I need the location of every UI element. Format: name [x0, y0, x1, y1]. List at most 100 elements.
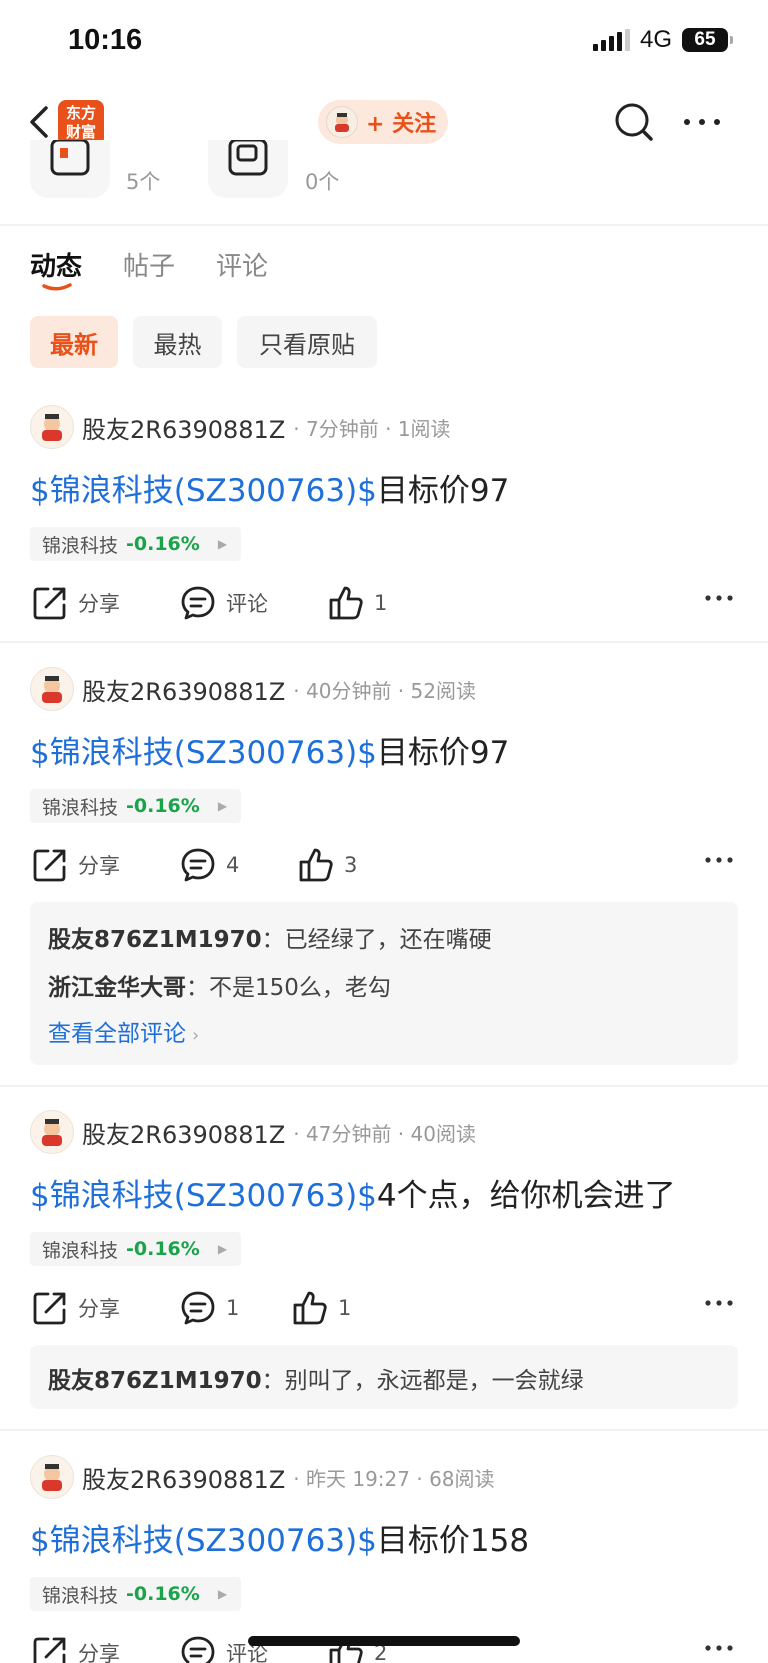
comment-label: 评论	[226, 592, 268, 616]
filter-latest[interactable]: 最新	[30, 316, 118, 368]
avatar-icon	[326, 106, 358, 138]
post-content[interactable]: $锦浪科技(SZ300763)$目标价97	[30, 727, 509, 772]
avatar[interactable]	[30, 405, 74, 449]
comment-sep: ：	[186, 975, 209, 1001]
search-icon[interactable]	[612, 100, 656, 144]
like-button[interactable]: 3	[298, 843, 357, 887]
comment-count: 4	[226, 853, 240, 877]
share-icon	[33, 849, 66, 882]
like-count: 1	[374, 591, 388, 615]
ticker-link[interactable]: $锦浪科技(SZ300763)$	[30, 1523, 377, 1559]
tab-comments[interactable]: 评论	[216, 246, 268, 283]
post-time-text: 40分钟前	[306, 678, 392, 703]
post-item[interactable]: 股友2R6390881Z · 昨天 19:27 · 68阅读 $锦浪科技(SZ3…	[0, 1455, 768, 1663]
share-icon	[33, 587, 66, 620]
stock-tag[interactable]: 锦浪科技 -0.16% ▶	[30, 1232, 242, 1266]
thumbs-up-icon	[329, 586, 363, 620]
post-more-icon[interactable]	[704, 855, 734, 865]
post-time: · 昨天 19:27 · 68阅读	[293, 1466, 495, 1491]
status-time: 10:16	[68, 24, 143, 56]
post-divider	[0, 641, 768, 643]
post-time: · 40分钟前 · 52阅读	[293, 678, 476, 703]
post-content[interactable]: $锦浪科技(SZ300763)$4个点，给你机会进了	[30, 1170, 676, 1215]
post-reads: 52阅读	[410, 678, 476, 703]
post-more-icon[interactable]	[704, 1643, 734, 1653]
comment-line[interactable]: 股友876Z1M1970：别叫了，永远都是，一会就绿	[48, 1361, 584, 1395]
post-more-icon[interactable]	[704, 593, 734, 603]
share-label: 分享	[78, 592, 120, 616]
comment-preview[interactable]: 股友876Z1M1970：别叫了，永远都是，一会就绿	[30, 1345, 738, 1409]
post-item[interactable]: 股友2R6390881Z · 47分钟前 · 40阅读 $锦浪科技(SZ3007…	[0, 1110, 768, 1427]
avatar[interactable]	[30, 667, 74, 711]
view-all-comments-link[interactable]: 查看全部评论 ›	[48, 1014, 199, 1048]
post-username[interactable]: 股友2R6390881Z	[82, 672, 285, 707]
more-icon[interactable]	[682, 112, 722, 132]
comment-author[interactable]: 股友876Z1M1970	[48, 1368, 262, 1394]
share-button[interactable]: 分享	[32, 843, 120, 887]
stock-change: -0.16%	[126, 1238, 200, 1260]
post-time: · 47分钟前 · 40阅读	[293, 1121, 476, 1146]
follow-button[interactable]: + 关注	[318, 100, 448, 144]
comment-author[interactable]: 浙江金华大哥	[48, 975, 186, 1001]
ticker-link[interactable]: $锦浪科技(SZ300763)$	[30, 1178, 377, 1214]
battery-icon: 65	[682, 28, 733, 52]
comment-button[interactable]: 评论	[180, 581, 268, 625]
comment-author[interactable]: 股友876Z1M1970	[48, 927, 262, 953]
post-username[interactable]: 股友2R6390881Z	[82, 410, 285, 445]
post-item[interactable]: 股友2R6390881Z · 40分钟前 · 52阅读 $锦浪科技(SZ3007…	[0, 667, 768, 1085]
play-icon: ▶	[217, 1242, 228, 1256]
follow-label: + 关注	[366, 112, 437, 137]
stock-tag[interactable]: 锦浪科技 -0.16% ▶	[30, 1577, 242, 1611]
header-card-icon-b[interactable]	[208, 138, 288, 198]
post-content[interactable]: $锦浪科技(SZ300763)$目标价97	[30, 465, 509, 510]
avatar[interactable]	[30, 1455, 74, 1499]
post-time-text: 昨天 19:27	[306, 1466, 410, 1491]
status-indicators: 4G 65	[592, 26, 733, 54]
play-icon: ▶	[217, 537, 228, 551]
stock-change: -0.16%	[126, 795, 200, 817]
post-time-text: 47分钟前	[306, 1121, 392, 1146]
like-button[interactable]: 1	[292, 1286, 351, 1330]
avatar[interactable]	[30, 1110, 74, 1154]
share-label: 分享	[78, 1297, 120, 1321]
share-icon	[33, 1292, 66, 1325]
count-b: 0个	[305, 170, 340, 194]
ticker-link[interactable]: $锦浪科技(SZ300763)$	[30, 473, 377, 509]
post-item[interactable]: 股友2R6390881Z · 7分钟前 · 1阅读 $锦浪科技(SZ300763…	[0, 405, 768, 641]
tab-posts[interactable]: 帖子	[123, 246, 175, 283]
like-button[interactable]: 1	[328, 581, 387, 625]
comment-button[interactable]: 1	[180, 1286, 239, 1330]
network-type: 4G	[639, 26, 672, 53]
post-username[interactable]: 股友2R6390881Z	[82, 1115, 285, 1150]
share-button[interactable]: 分享	[32, 1286, 120, 1330]
filter-original[interactable]: 只看原贴	[237, 316, 377, 368]
comment-button[interactable]: 4	[180, 843, 239, 887]
stock-name: 锦浪科技	[42, 1239, 119, 1262]
view-all-label: 查看全部评论	[48, 1021, 186, 1047]
share-label: 分享	[78, 1642, 120, 1663]
comment-text: 别叫了，永远都是，一会就绿	[284, 1368, 584, 1394]
share-button[interactable]: 分享	[32, 1631, 120, 1663]
stock-name: 锦浪科技	[42, 796, 119, 819]
post-text: 4个点，给你机会进了	[376, 1178, 676, 1214]
post-content[interactable]: $锦浪科技(SZ300763)$目标价158	[30, 1515, 529, 1560]
comment-line[interactable]: 股友876Z1M1970：已经绿了，还在嘴硬	[48, 920, 492, 954]
post-username[interactable]: 股友2R6390881Z	[82, 1460, 285, 1495]
play-icon: ▶	[217, 799, 228, 813]
filter-hot[interactable]: 最热	[133, 316, 222, 368]
comment-preview[interactable]: 股友876Z1M1970：已经绿了，还在嘴硬 浙江金华大哥：不是150么，老勾 …	[30, 902, 738, 1065]
comment-line[interactable]: 浙江金华大哥：不是150么，老勾	[48, 968, 391, 1002]
share-button[interactable]: 分享	[32, 581, 120, 625]
comment-sep: ：	[261, 927, 285, 953]
header-card-icon-a[interactable]	[30, 138, 110, 198]
tab-dynamic[interactable]: 动态	[30, 246, 82, 283]
post-more-icon[interactable]	[704, 1298, 734, 1308]
post-reads: 40阅读	[410, 1121, 476, 1146]
stock-tag[interactable]: 锦浪科技 -0.16% ▶	[30, 527, 242, 561]
stock-tag[interactable]: 锦浪科技 -0.16% ▶	[30, 789, 242, 823]
ticker-link[interactable]: $锦浪科技(SZ300763)$	[30, 735, 377, 771]
logo-line-1: 东方	[65, 104, 96, 122]
stock-change: -0.16%	[126, 533, 200, 555]
home-indicator[interactable]	[248, 1636, 520, 1646]
back-icon[interactable]	[22, 102, 62, 142]
